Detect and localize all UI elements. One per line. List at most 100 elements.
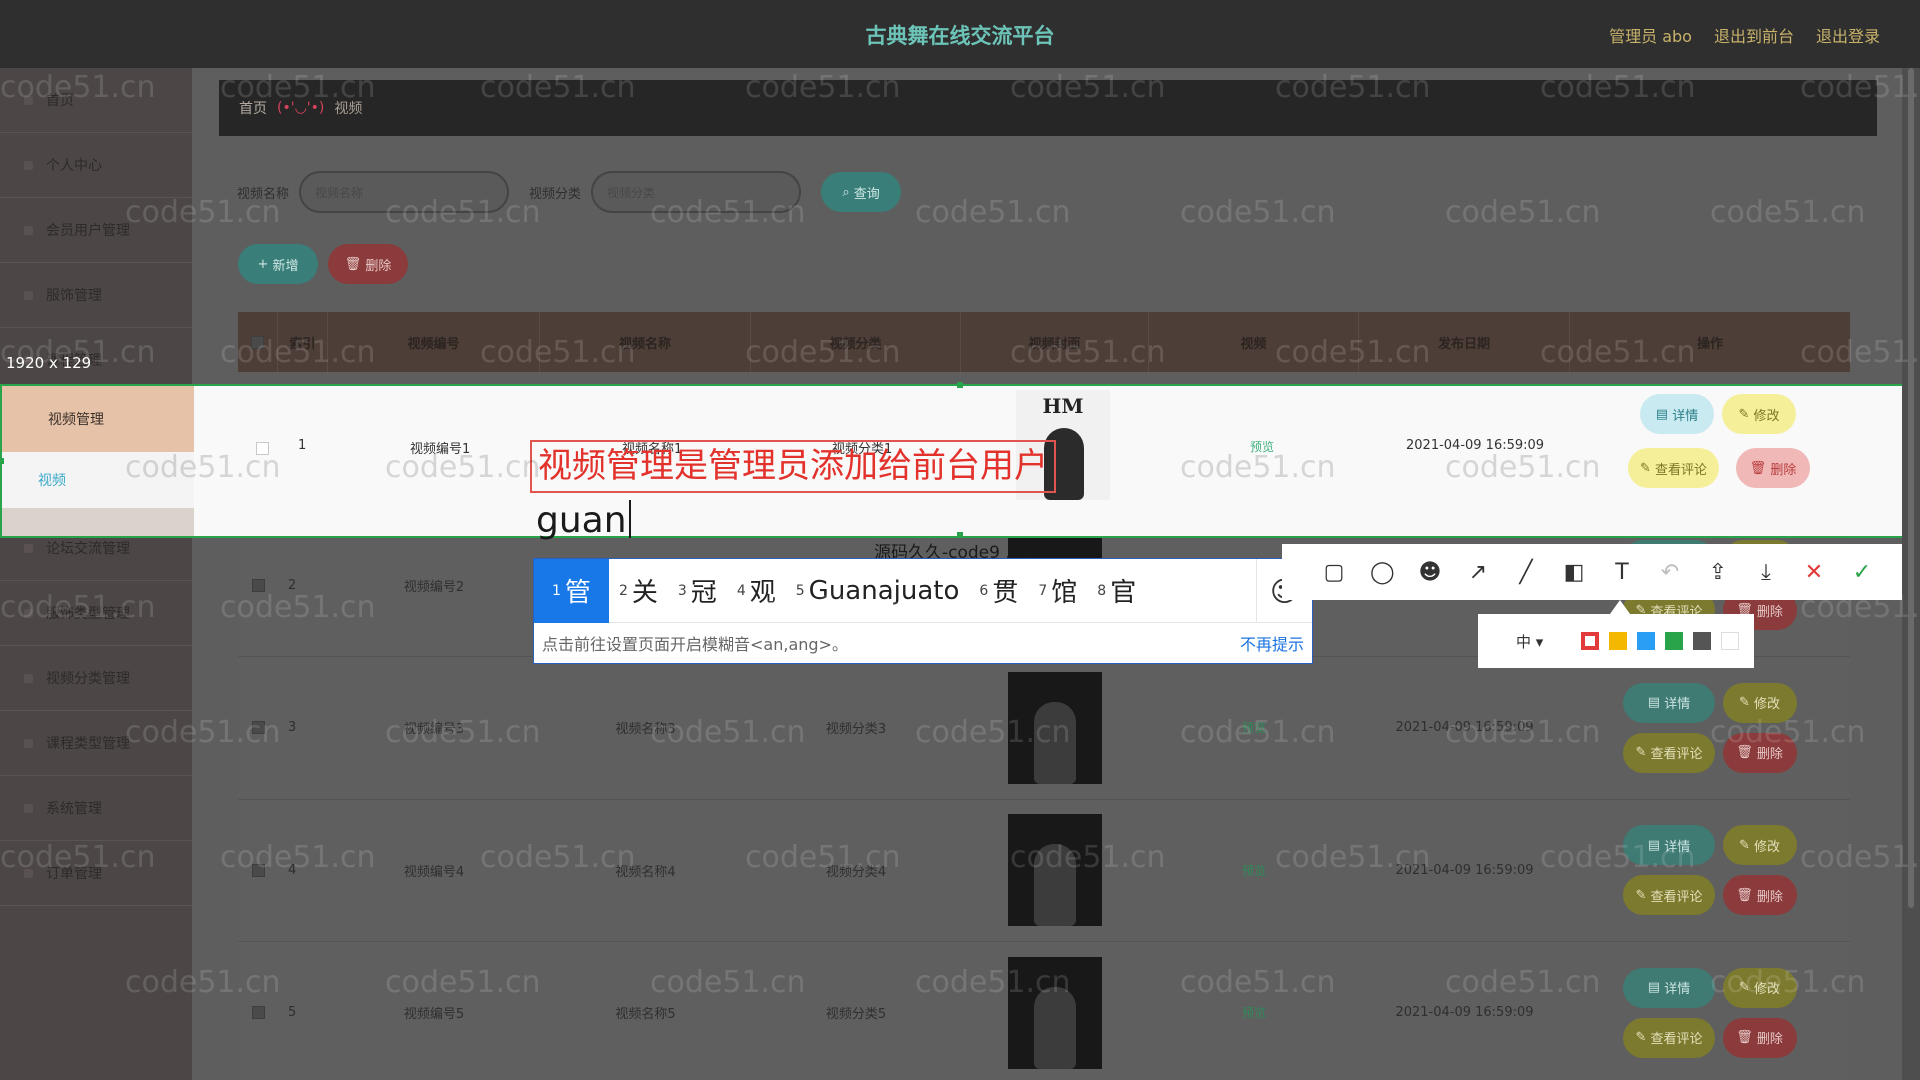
row-preview-link[interactable]: 预览	[1242, 1004, 1266, 1021]
selection-handle-left[interactable]	[0, 458, 4, 464]
color-swatch-orange[interactable]	[1609, 632, 1628, 650]
sidebar-item-video-categories[interactable]: 视频分类管理	[0, 646, 192, 711]
text-caret	[628, 500, 631, 538]
ime-dismiss-link[interactable]: 不再提示	[1240, 631, 1304, 655]
watermark: code51.cn	[385, 450, 541, 485]
arrow-tool-icon[interactable]: ↗	[1466, 560, 1490, 585]
row-category: 视频分类5	[825, 1007, 887, 1023]
search-icon: ⌕	[842, 184, 854, 200]
scrollbar-thumb[interactable]	[1908, 68, 1914, 908]
text-annotation[interactable]: 视频管理是管理员添加给前台用户	[530, 440, 1056, 493]
comment-button[interactable]: ✎ 查看评论	[1623, 875, 1715, 916]
ime-candidate-number: 6	[979, 582, 989, 599]
row-1-edit-button[interactable]: ✎ 修改	[1722, 394, 1796, 434]
query-button[interactable]: ⌕ 查询	[821, 172, 902, 212]
watermark: code51.cn	[385, 715, 541, 750]
watermark: code51.cn	[1710, 715, 1866, 750]
doc-icon: ▤	[1655, 406, 1673, 422]
sidebar-item-system[interactable]: 系统管理	[0, 776, 192, 841]
delete-button[interactable]: 🗑 删除	[1722, 875, 1797, 916]
watermark: code51.cn	[650, 715, 806, 750]
pencil-icon: ✎	[1635, 745, 1651, 761]
trash-icon: 🗑	[344, 256, 366, 272]
ellipse-tool-icon[interactable]: ◯	[1370, 560, 1395, 585]
ime-candidate[interactable]: 3冠	[668, 559, 727, 623]
watermark: code51.cn	[1180, 450, 1336, 485]
mosaic-tool-icon[interactable]: ◧	[1562, 560, 1586, 585]
row-1-edit-label: 修改	[1753, 408, 1780, 424]
watermark: code51.cn	[1540, 840, 1696, 875]
row-date: 2021-04-09 16:59:09	[1395, 1005, 1534, 1021]
table-row: 5 视频编号5 视频名称5 视频分类5 预览 2021-04-09 16:59:09 ▤ 详…	[238, 942, 1850, 1080]
admin-user-label: 管理员 abo	[1609, 27, 1692, 46]
doc-icon: ▤	[1647, 980, 1665, 996]
watermark: code51.cn	[1800, 840, 1920, 875]
undo-icon[interactable]: ↶	[1658, 560, 1682, 585]
page-scrollbar[interactable]	[1902, 68, 1920, 1080]
logout-link[interactable]: 退出登录	[1816, 23, 1880, 47]
edit-label: 修改	[1754, 839, 1781, 855]
row-index: 5	[288, 1005, 297, 1021]
watermark: code51.cn	[1445, 450, 1601, 485]
share-icon[interactable]: ⇪	[1706, 560, 1730, 585]
download-icon[interactable]: ⤓	[1754, 560, 1778, 585]
batch-delete-button[interactable]: 🗑 删除	[328, 244, 408, 284]
watermark: code51.cn	[480, 70, 636, 105]
row-code: 视频编号5	[403, 1007, 465, 1023]
ime-candidate-window: 1管2关3冠4观5Guanajuato6贯7馆8官☺ 点击前往设置页面开启模糊音…	[533, 558, 1313, 664]
delete-label: 删除	[1756, 1032, 1783, 1048]
watermark: code51.cn	[385, 195, 541, 230]
watermark: code51.cn	[1800, 590, 1920, 625]
text-tool-icon[interactable]: T	[1610, 560, 1634, 585]
delete-button[interactable]: 🗑 删除	[1722, 1017, 1797, 1058]
edit-button[interactable]: ✎ 修改	[1722, 825, 1797, 866]
watermark: code51.cn	[1445, 195, 1601, 230]
color-swatch-gray[interactable]	[1693, 632, 1712, 650]
comment-button[interactable]: ✎ 查看评论	[1623, 732, 1715, 773]
selection-sidebar-video-management: 视频管理	[2, 386, 194, 452]
color-swatch-white[interactable]	[1721, 632, 1740, 650]
sidebar-item-costumes[interactable]: 服饰管理	[0, 263, 192, 328]
watermark: code51.cn	[385, 965, 541, 1000]
watermark: code51.cn	[1540, 335, 1696, 370]
color-swatch-red[interactable]	[1581, 632, 1600, 650]
ime-composition[interactable]: guan	[536, 500, 631, 541]
detail-button[interactable]: ▤ 详情	[1623, 967, 1715, 1008]
watermark: code51.cn	[0, 590, 156, 625]
row-1-comment-label: 查看评论	[1655, 462, 1708, 478]
color-swatch-green[interactable]	[1665, 632, 1684, 650]
rectangle-tool-icon[interactable]: ▢	[1322, 560, 1346, 585]
row-checkbox[interactable]	[251, 1006, 265, 1020]
add-button[interactable]: + 新增	[238, 244, 318, 284]
row-1-comment-button[interactable]: ✎ 查看评论	[1628, 448, 1720, 488]
row-1-detail-button[interactable]: ▤ 详情	[1640, 394, 1714, 434]
row-1-delete-button[interactable]: 🗑 删除	[1736, 448, 1810, 488]
ime-candidate-text: 管	[564, 578, 591, 608]
color-swatch-blue[interactable]	[1637, 632, 1656, 650]
close-icon[interactable]: ✕	[1802, 560, 1826, 585]
detail-button[interactable]: ▤ 详情	[1623, 682, 1715, 723]
trash-icon: 🗑	[1749, 460, 1771, 476]
sticker-tool-icon[interactable]: ☻	[1418, 560, 1442, 585]
row-preview-link[interactable]: 预览	[1242, 862, 1266, 879]
comment-button[interactable]: ✎ 查看评论	[1623, 1017, 1715, 1058]
watermark: code51.cn	[125, 715, 281, 750]
ime-candidate[interactable]: 1管	[534, 558, 609, 623]
selection-handle-top[interactable]	[957, 382, 963, 388]
watermark: code51.cn	[480, 840, 636, 875]
confirm-check-icon[interactable]: ✓	[1850, 560, 1874, 585]
top-header: 古典舞在线交流平台 管理员 abo 退出到前台 退出登录	[0, 0, 1920, 68]
pencil-icon: ✎	[1635, 887, 1651, 903]
watermark: code51.cn	[1180, 965, 1336, 1000]
pencil-icon: ✎	[1635, 1030, 1651, 1046]
query-button-label: 查询	[853, 186, 880, 202]
ime-candidate[interactable]: 2关	[609, 559, 668, 623]
pen-tool-icon[interactable]: ╱	[1514, 560, 1538, 585]
back-to-frontend-link[interactable]: 退出到前台	[1714, 23, 1794, 47]
row-cover-cell	[961, 942, 1149, 1080]
font-size-select[interactable]: 中 ▾	[1516, 631, 1543, 652]
sidebar-item-profile[interactable]: 个人中心	[0, 133, 192, 198]
ime-tip-text: 点击前往设置页面开启模糊音<an,ang>。	[542, 635, 848, 654]
watermark: code51.cn	[745, 335, 901, 370]
watermark: code51.cn	[220, 335, 376, 370]
